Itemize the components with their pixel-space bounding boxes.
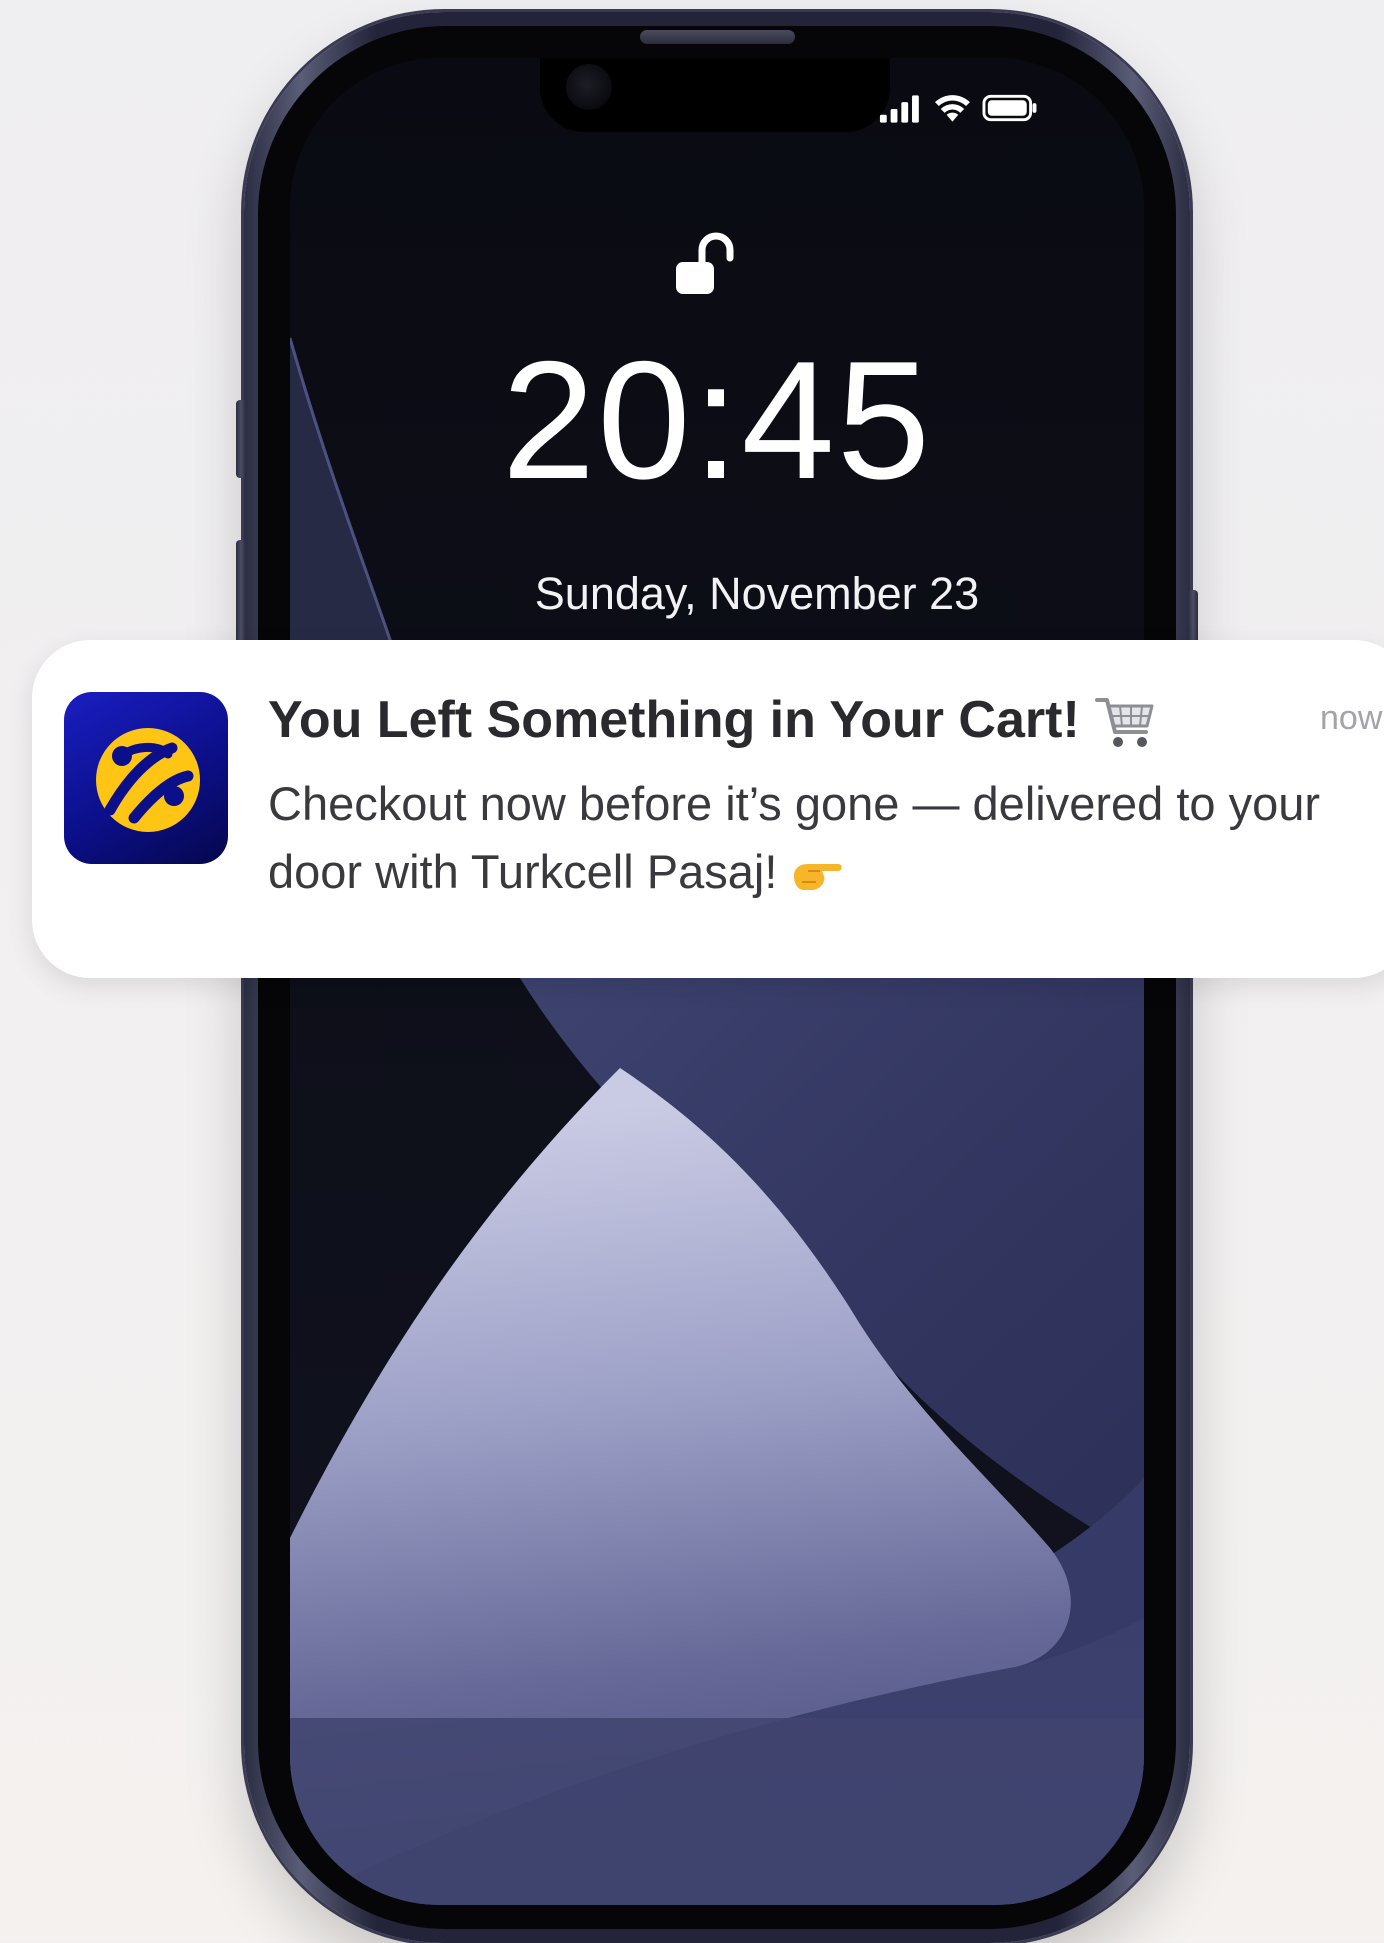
front-camera: [566, 64, 612, 110]
unlocked-padlock-icon: [676, 232, 734, 294]
silent-switch: [236, 400, 246, 478]
status-bar: [878, 92, 1038, 124]
lock-screen-date: Sunday, November 23: [534, 568, 980, 619]
scene: 20:45 Sunday, November 23 You Left Somet…: [0, 0, 1384, 1943]
cellular-signal-icon: [879, 95, 919, 123]
shopping-cart-icon: [1095, 698, 1154, 748]
notification-body: Checkout now before it’s gone — delivere…: [268, 770, 1328, 906]
earpiece-speaker: [640, 30, 795, 44]
notification-timestamp: now: [1320, 699, 1383, 737]
pointing-hand-icon: [794, 863, 843, 890]
lock-screen-clock: 20:45: [501, 326, 933, 514]
battery-icon: [982, 94, 1037, 122]
turkcell-logo-icon: [64, 692, 228, 864]
wifi-icon: [934, 95, 970, 122]
notification-title: You Left Something in Your Cart!: [268, 688, 1168, 752]
notification-title-text: You Left Something in Your Cart!: [268, 691, 1080, 749]
